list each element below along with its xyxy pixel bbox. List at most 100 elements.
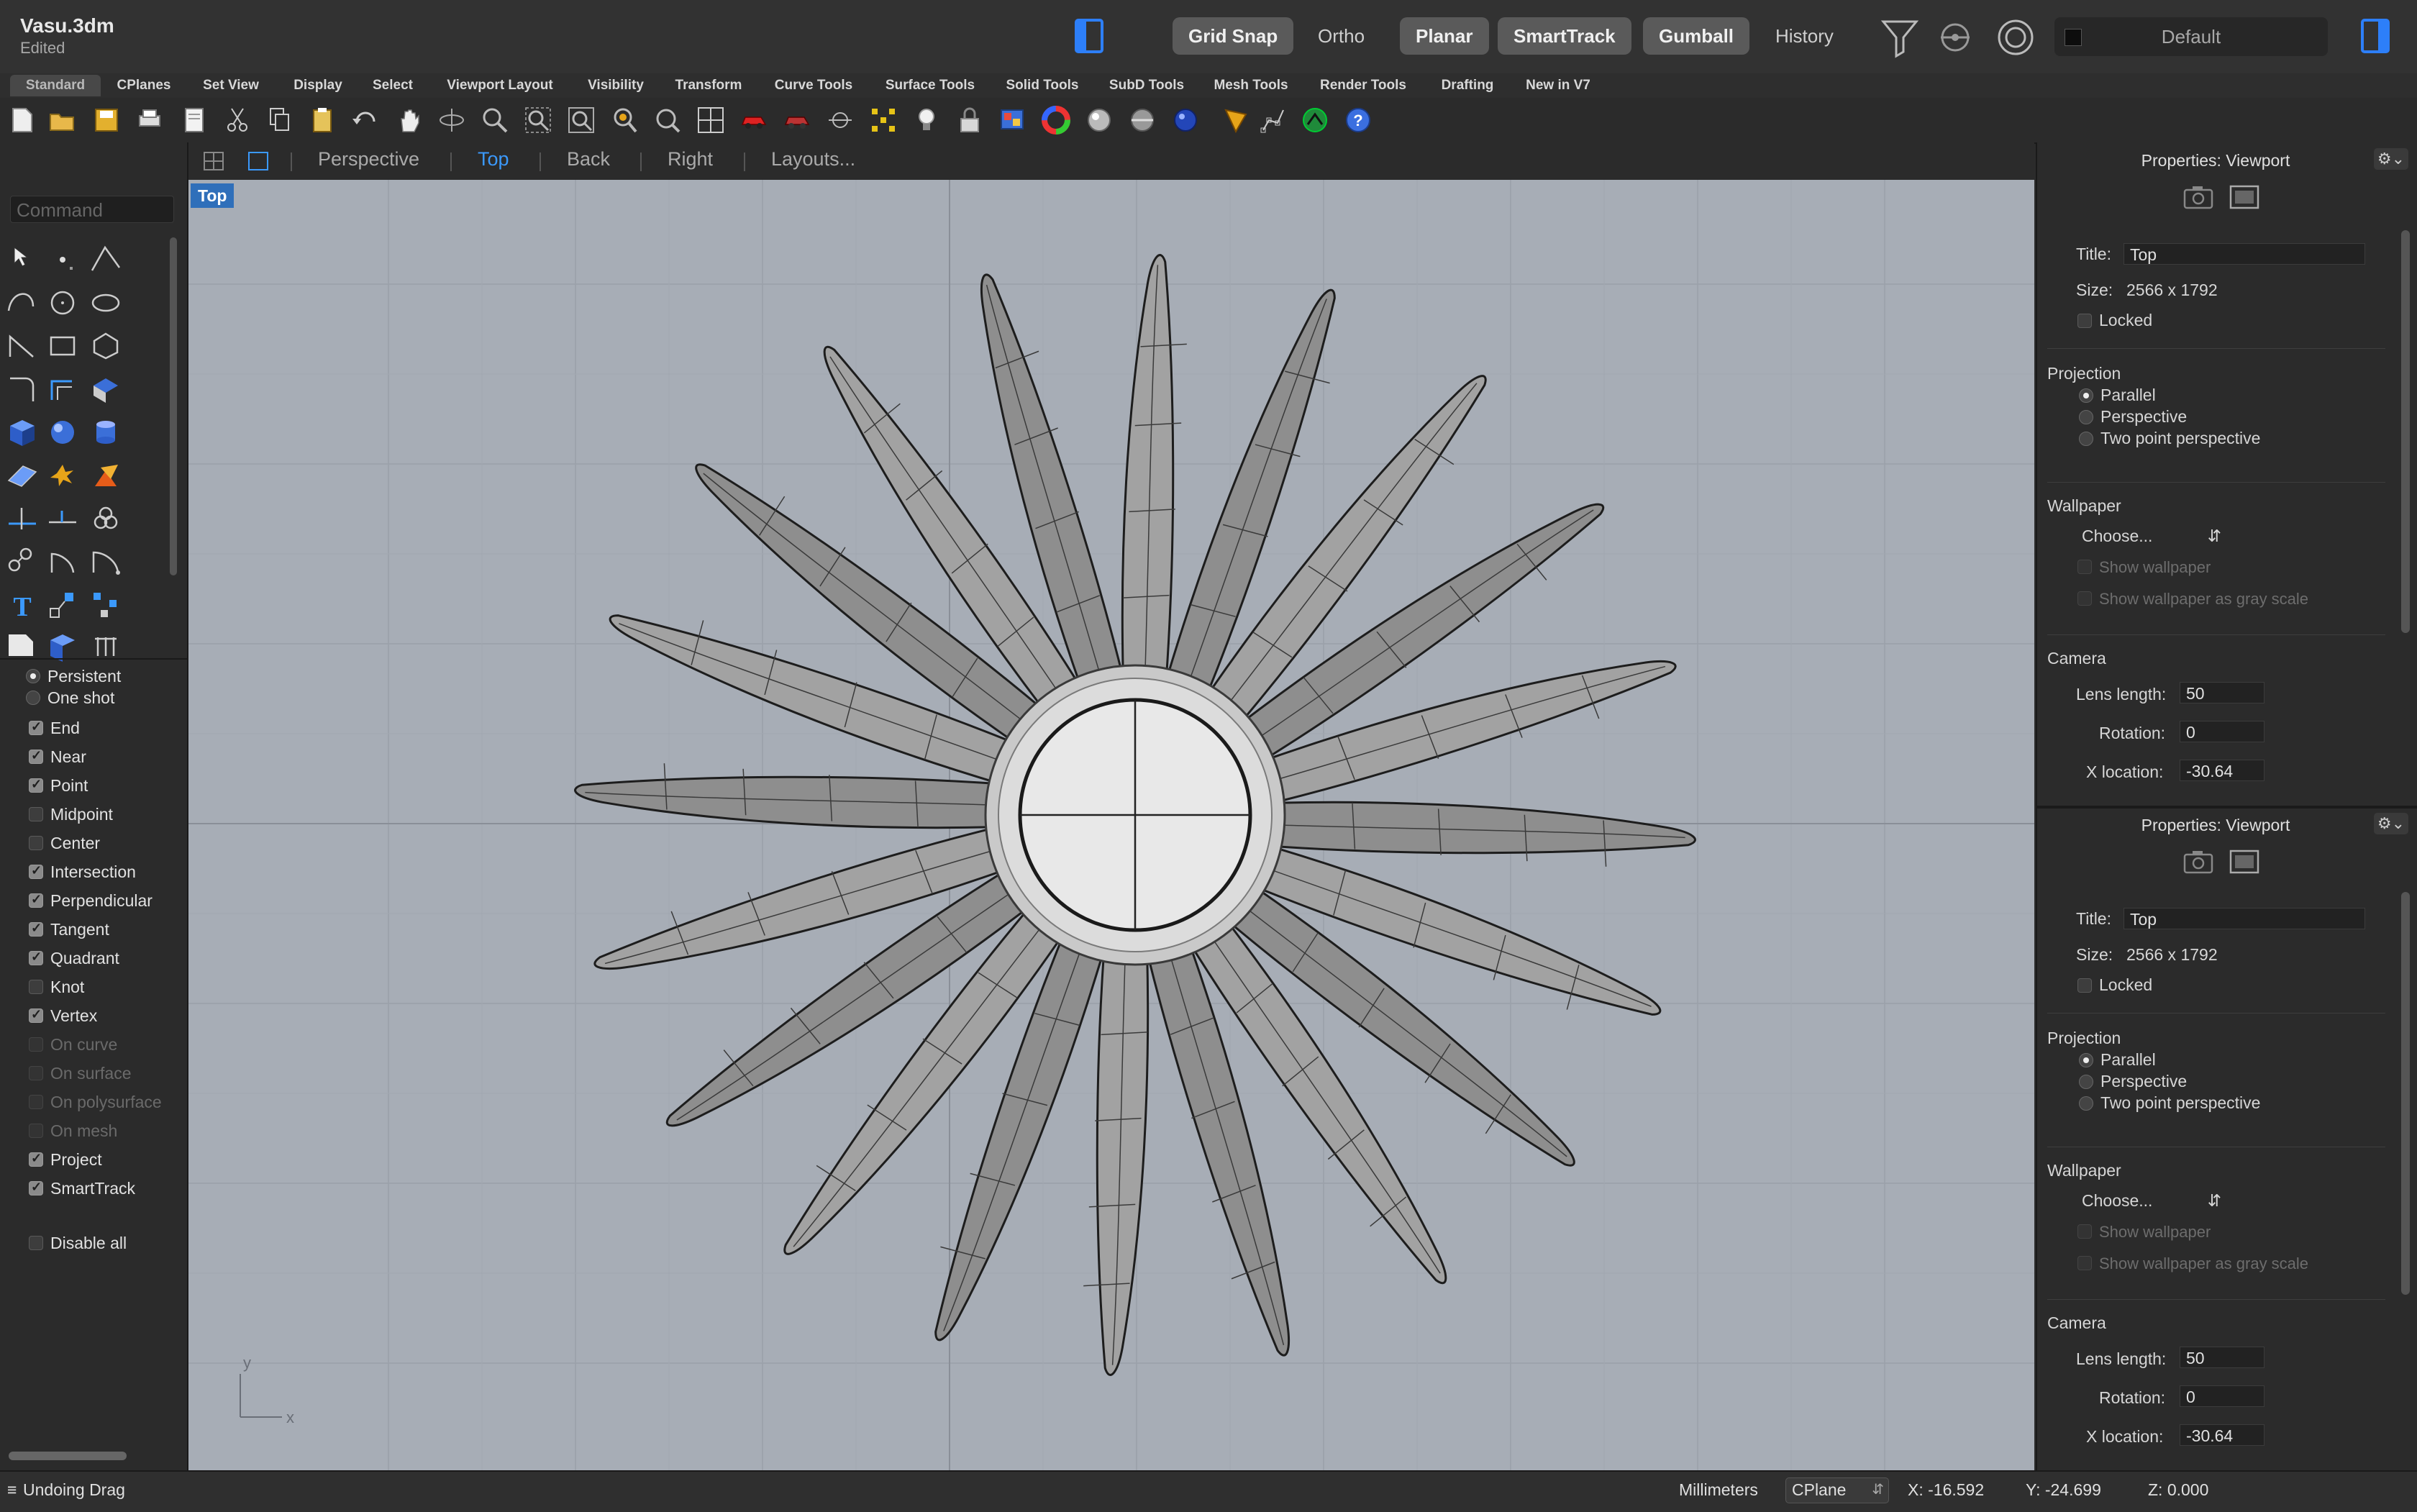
title-field[interactable]: Top	[2124, 908, 2365, 929]
light-bulb-icon[interactable]	[912, 106, 941, 135]
wallpaper-choose-select[interactable]: Choose... ⇵	[2082, 527, 2221, 546]
sphere-icon[interactable]	[45, 414, 81, 450]
arc-icon[interactable]	[4, 328, 40, 364]
show-gray-checkbox[interactable]	[2077, 591, 2092, 606]
camera-icon[interactable]	[2182, 849, 2214, 875]
ortho-button[interactable]: Ortho	[1302, 17, 1380, 55]
undo-icon[interactable]	[351, 106, 380, 135]
menu-lines-icon[interactable]: ≡	[7, 1480, 17, 1500]
petal[interactable]	[574, 755, 1002, 838]
osnap-quadrant-checkbox[interactable]	[29, 949, 43, 965]
gear-icon[interactable]: ⚙⌄	[2374, 813, 2408, 834]
copy-icon[interactable]	[265, 106, 293, 135]
edit-points-icon[interactable]	[1259, 106, 1288, 135]
record-icon[interactable]	[1939, 22, 1971, 53]
undo-view-icon[interactable]	[653, 106, 682, 135]
point-icon[interactable]	[45, 242, 81, 278]
new-file-icon[interactable]	[7, 106, 36, 135]
cplane-icon[interactable]	[826, 106, 855, 135]
tab-curve-tools[interactable]: Curve Tools	[767, 75, 860, 96]
sweep-icon[interactable]	[88, 544, 124, 580]
scale-icon[interactable]	[45, 587, 81, 623]
select-points-icon[interactable]	[869, 106, 898, 135]
four-views-icon[interactable]	[696, 106, 725, 135]
tab-drafting[interactable]: Drafting	[1431, 75, 1503, 96]
parallel-radio[interactable]	[2079, 388, 2093, 403]
petal[interactable]	[1112, 254, 1196, 682]
zoom-selected-icon[interactable]	[610, 106, 639, 135]
osnap-vertex-checkbox[interactable]	[29, 1007, 43, 1023]
osnap-on-mesh-checkbox[interactable]	[29, 1124, 43, 1138]
tab-top[interactable]: Top	[478, 148, 509, 170]
four-viewports-icon[interactable]	[203, 151, 224, 171]
two-point-perspective-radio[interactable]	[2079, 1096, 2093, 1111]
disable-all-checkbox[interactable]	[29, 1236, 43, 1250]
lock-icon[interactable]	[955, 106, 984, 135]
title-field[interactable]: Top	[2124, 243, 2365, 265]
x-location-field[interactable]: -30.64	[2180, 760, 2264, 781]
rectangle-icon[interactable]	[45, 328, 81, 364]
cylinder-icon[interactable]	[88, 414, 124, 450]
properties-document-icon[interactable]	[180, 106, 209, 135]
lens-length-field[interactable]: 50	[2180, 1347, 2264, 1368]
viewport-icon[interactable]	[2229, 184, 2260, 210]
osnap-center-checkbox[interactable]	[29, 836, 43, 850]
tab-solid-tools[interactable]: Solid Tools	[998, 75, 1086, 96]
osnap-on-surface-checkbox[interactable]	[29, 1066, 43, 1080]
tab-viewport-layout[interactable]: Viewport Layout	[439, 75, 561, 96]
target-icon[interactable]	[1997, 19, 2034, 56]
tab-layouts[interactable]: Layouts...	[771, 148, 855, 170]
tab-transform[interactable]: Transform	[668, 75, 750, 96]
tab-right[interactable]: Right	[668, 148, 713, 170]
explode-icon[interactable]	[45, 457, 81, 493]
tab-new-in-v7[interactable]: New in V7	[1518, 75, 1598, 96]
cut-icon[interactable]	[223, 106, 252, 135]
boolean-icon[interactable]	[88, 457, 124, 493]
properties-scrollbar-2[interactable]	[2401, 892, 2410, 1295]
tab-cplanes[interactable]: CPlanes	[108, 75, 180, 96]
tab-select[interactable]: Select	[364, 75, 422, 96]
x-location-field[interactable]: -30.64	[2180, 1424, 2264, 1446]
osnap-on-curve-checkbox[interactable]	[29, 1037, 43, 1052]
ellipse-icon[interactable]	[88, 285, 124, 321]
tool-palette-scrollbar[interactable]	[170, 237, 177, 575]
show-wallpaper-checkbox[interactable]	[2077, 1224, 2092, 1239]
tab-mesh-tools[interactable]: Mesh Tools	[1206, 75, 1296, 96]
perspective-radio[interactable]	[2079, 1075, 2093, 1089]
layers-icon[interactable]	[998, 106, 1027, 135]
tab-standard[interactable]: Standard	[10, 75, 101, 96]
tab-display[interactable]: Display	[282, 75, 354, 96]
zoom-window-icon[interactable]	[524, 106, 552, 135]
top-viewport[interactable]: y x	[188, 180, 2034, 1470]
osnap-end-checkbox[interactable]	[29, 719, 43, 735]
osnap-midpoint-checkbox[interactable]	[29, 807, 43, 821]
tab-back[interactable]: Back	[567, 148, 610, 170]
polyline-icon[interactable]	[88, 242, 124, 278]
color-wheel-icon[interactable]	[1042, 106, 1070, 135]
array-icon[interactable]	[88, 587, 124, 623]
wallpaper-choose-select[interactable]: Choose... ⇵	[2082, 1191, 2221, 1211]
petal[interactable]	[1268, 792, 1696, 875]
show-wallpaper-checkbox[interactable]	[2077, 560, 2092, 574]
rotation-field[interactable]: 0	[2180, 721, 2264, 742]
osnap-tangent-checkbox[interactable]	[29, 921, 43, 937]
locked-checkbox[interactable]	[2077, 978, 2092, 993]
center-hub[interactable]	[984, 664, 1286, 966]
osnap-knot-checkbox[interactable]	[29, 980, 43, 994]
camera-icon[interactable]	[2182, 184, 2214, 210]
units-label[interactable]: Millimeters	[1679, 1480, 1758, 1500]
extrude-icon[interactable]	[88, 371, 124, 407]
gumball-button[interactable]: Gumball	[1643, 17, 1750, 55]
environment-sphere-icon[interactable]	[1128, 106, 1157, 135]
two-point-perspective-radio[interactable]	[2079, 432, 2093, 446]
grasshopper-icon[interactable]	[1301, 106, 1329, 135]
curve-icon[interactable]	[4, 285, 40, 321]
right-panel-toggle-icon[interactable]	[2361, 19, 2390, 53]
show-gray-checkbox[interactable]	[2077, 1256, 2092, 1270]
circle-icon[interactable]	[45, 285, 81, 321]
lens-length-field[interactable]: 50	[2180, 682, 2264, 703]
locked-checkbox[interactable]	[2077, 314, 2092, 328]
gear-icon[interactable]: ⚙⌄	[2374, 148, 2408, 170]
tab-subd-tools[interactable]: SubD Tools	[1102, 75, 1191, 96]
print-icon[interactable]	[135, 106, 164, 135]
